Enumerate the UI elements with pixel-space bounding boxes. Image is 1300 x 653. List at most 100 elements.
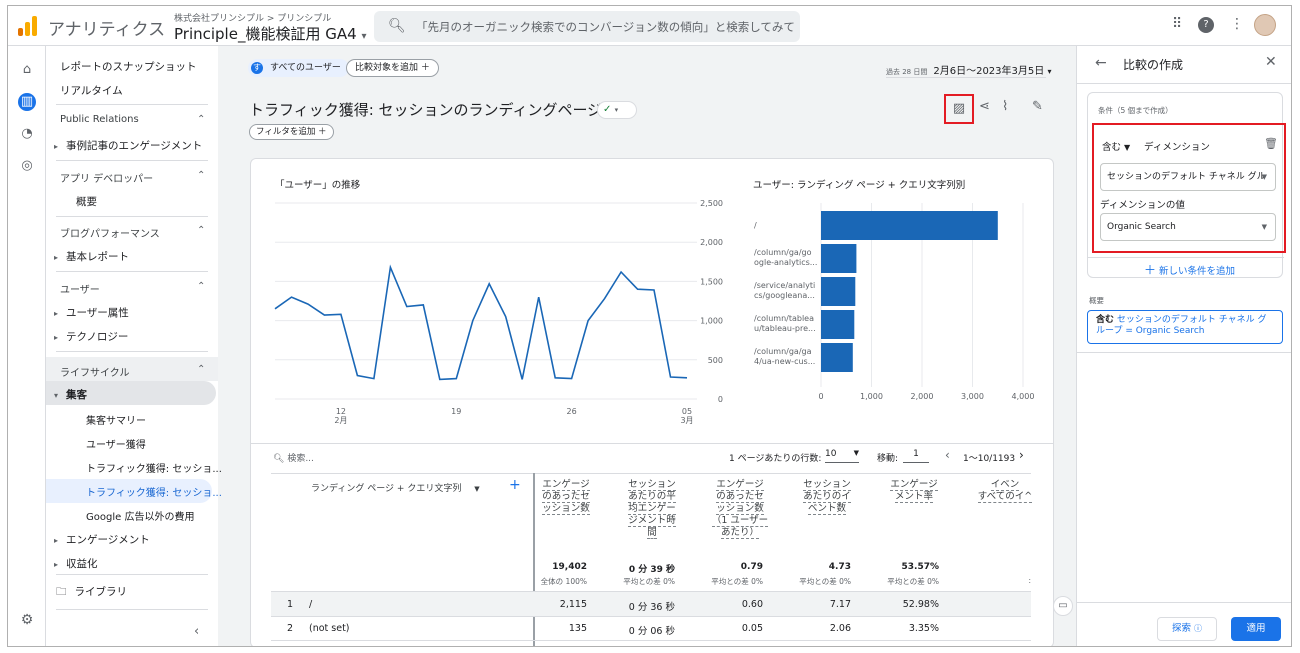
edit-pencil-icon[interactable]: ✎: [1032, 99, 1043, 114]
expand-arrow-icon: ▸: [54, 309, 59, 318]
dimension-select[interactable]: セッションのデフォルト チャネル グル ▼: [1100, 163, 1276, 191]
nav-item[interactable]: 集客サマリー: [86, 412, 146, 427]
feedback-icon[interactable]: ▭: [1053, 596, 1073, 616]
delete-trash-icon[interactable]: 🗑︎: [1264, 137, 1278, 150]
add-comparison-button[interactable]: 比較対象を追加 ＋: [346, 59, 439, 77]
y-tick-label: 1,500: [700, 277, 723, 286]
dimension-value-select[interactable]: Organic Search ▼: [1100, 213, 1276, 241]
close-icon[interactable]: ✕: [1265, 54, 1277, 70]
goto-page-input[interactable]: 1: [903, 449, 929, 463]
table-search[interactable]: 🔍︎ 検索...: [273, 451, 314, 464]
nav-item[interactable]: ▸ 基本レポート: [54, 249, 129, 264]
row-value: 135: [568, 623, 587, 634]
apps-grid-icon[interactable]: ⠿: [1172, 16, 1182, 32]
nav-item[interactable]: トラフィック獲得: セッショ...: [86, 460, 222, 475]
metric-header[interactable]: エンゲージ メント率: [887, 479, 941, 504]
rows-per-page-select[interactable]: 10 ▼: [825, 449, 859, 463]
comparison-summary[interactable]: 含む セッションのデフォルト チャネル グループ = Organic Searc…: [1087, 310, 1283, 344]
add-dimension-plus-icon[interactable]: +: [509, 477, 521, 493]
back-arrow-icon[interactable]: ←: [1095, 55, 1107, 71]
pagination-range: 1～10/1193: [963, 454, 1016, 464]
nav-group-title[interactable]: ライフサイクル: [60, 364, 130, 379]
x-tick-month-label: 2月: [334, 416, 347, 425]
nav-item[interactable]: ▸ ユーザー属性: [54, 305, 129, 320]
include-dropdown[interactable]: 含む ▼: [1102, 139, 1130, 153]
explore-button[interactable]: 探索 ⓘ: [1157, 617, 1217, 641]
users-line-chart[interactable]: 0 500 1,000 1,500 2,000 2,500 122月 19 26 053月 0 1,0…: [251, 159, 1054, 449]
date-range-picker[interactable]: 過去 28 日間 2月6日～2023年3月5日 ▾: [886, 62, 1051, 77]
chevron-up-icon[interactable]: ⌃: [197, 281, 205, 292]
nav-group-title[interactable]: Public Relations: [60, 114, 139, 125]
x-tick-label: 12: [336, 407, 346, 416]
nav-group-title[interactable]: アプリ デベロッパー: [60, 170, 153, 185]
add-filter-button[interactable]: フィルタを追加 ＋: [249, 124, 334, 140]
row-value: 2,115: [559, 599, 587, 610]
divider: [56, 574, 208, 575]
search-icon: 🔍︎: [273, 454, 285, 464]
property-selector[interactable]: Principle_機能検証用 GA4 ▾: [174, 23, 366, 44]
home-icon[interactable]: ⌂: [18, 61, 36, 79]
chevron-up-icon[interactable]: ⌃: [197, 114, 205, 125]
divider: [56, 271, 208, 272]
nav-item-acquisition[interactable]: ▾ 集客: [54, 387, 87, 402]
nav-item[interactable]: Google 広告以外の費用: [86, 508, 194, 523]
chevron-up-icon[interactable]: ⌃: [197, 170, 205, 181]
insights-icon[interactable]: ⌇: [1002, 99, 1008, 114]
advertising-icon[interactable]: ◎: [18, 157, 36, 175]
nav-snapshot[interactable]: レポートのスナップショット: [60, 59, 197, 74]
chevron-up-icon[interactable]: ⌃: [197, 364, 205, 375]
nav-item[interactable]: ▸ 事例記事のエンゲージメント: [54, 138, 202, 153]
nav-group-title[interactable]: ユーザー: [60, 281, 100, 296]
nav-item-active[interactable]: トラフィック獲得: セッショ...: [86, 484, 222, 499]
metric-header[interactable]: セッション あたりの平 均エンゲー ジメント時 間: [623, 479, 681, 540]
customize-report-icon[interactable]: ▨: [944, 94, 974, 124]
metric-header[interactable]: セッション あたりのイ ベント数: [799, 479, 855, 516]
nav-group-title[interactable]: ブログパフォーマンス: [60, 225, 160, 240]
nav-library[interactable]: 🗀 ライブラリ: [56, 584, 127, 602]
bar: [821, 211, 998, 240]
next-page-icon[interactable]: ›: [1019, 448, 1024, 462]
metric-header[interactable]: エンゲージ のあったセ ッション数 （1 ユーザー あたり）: [711, 479, 769, 540]
x-tick-label: 4,000: [1012, 392, 1035, 401]
y-tick-label: 500: [708, 356, 723, 365]
analytics-logo[interactable]: [18, 16, 38, 36]
apply-button[interactable]: 適用: [1231, 617, 1281, 641]
comparison-chip-all-users[interactable]: すすべてのユーザー: [248, 59, 349, 77]
more-vert-icon[interactable]: ⋮: [1230, 16, 1244, 32]
settings-gear-icon[interactable]: ⚙: [18, 611, 36, 629]
nav-item[interactable]: 概要: [76, 194, 97, 209]
users-line-series: [274, 264, 688, 381]
add-condition-button[interactable]: ＋ 新しい条件を追加: [1144, 261, 1235, 278]
search-bar[interactable]: 🔍︎ 「先月のオーガニック検索でのコンバージョン数の傾向」と検索してみてく...: [374, 11, 800, 42]
collapse-nav-chevron-icon[interactable]: ‹: [194, 624, 199, 639]
metric-header[interactable]: イベン すべてのイ^: [975, 479, 1035, 504]
row-value: 7.17: [829, 599, 851, 610]
avatar[interactable]: [1254, 14, 1276, 36]
chevron-up-icon[interactable]: ⌃: [197, 225, 205, 236]
x-tick-label: 05: [682, 407, 692, 416]
total-sub: 全体の 100%: [540, 577, 587, 586]
nav-item[interactable]: ▸ エンゲージメント: [54, 532, 150, 547]
share-icon[interactable]: ⋖: [979, 99, 990, 114]
x-tick-label: 1,000: [860, 392, 883, 401]
nav-item[interactable]: ▸ 収益化: [54, 556, 98, 571]
help-icon[interactable]: ?: [1198, 17, 1214, 33]
expand-arrow-icon: ▸: [54, 142, 59, 151]
prev-page-icon[interactable]: ‹: [945, 448, 950, 462]
app-window: アナリティクス 株式会社プリンシプル > プリンシプル Principle_機能…: [7, 5, 1292, 647]
row-dimension[interactable]: (not set): [309, 623, 350, 634]
status-check-dropdown[interactable]: ✓ ▾: [597, 101, 637, 119]
dimension-label: ディメンション: [1144, 142, 1210, 153]
row-dimension[interactable]: /: [309, 599, 312, 610]
reports-icon[interactable]: ▥: [18, 93, 36, 111]
nav-item[interactable]: ユーザー獲得: [86, 436, 146, 451]
nav-realtime[interactable]: リアルタイム: [60, 83, 123, 98]
metric-header[interactable]: エンゲージ のあったセ ッション数: [539, 479, 593, 516]
summary-label: 概要: [1089, 296, 1104, 305]
explore-icon[interactable]: ◔: [18, 125, 36, 143]
folder-icon: 🗀: [56, 586, 67, 598]
dimension-header[interactable]: ランディング ページ + クエリ文字列 ▼: [311, 481, 480, 494]
nav-item[interactable]: ▸ テクノロジー: [54, 329, 128, 344]
search-input[interactable]: 「先月のオーガニック検索でのコンバージョン数の傾向」と検索してみてく...: [416, 19, 796, 35]
dimension-value-label: ディメンションの値: [1100, 200, 1185, 211]
